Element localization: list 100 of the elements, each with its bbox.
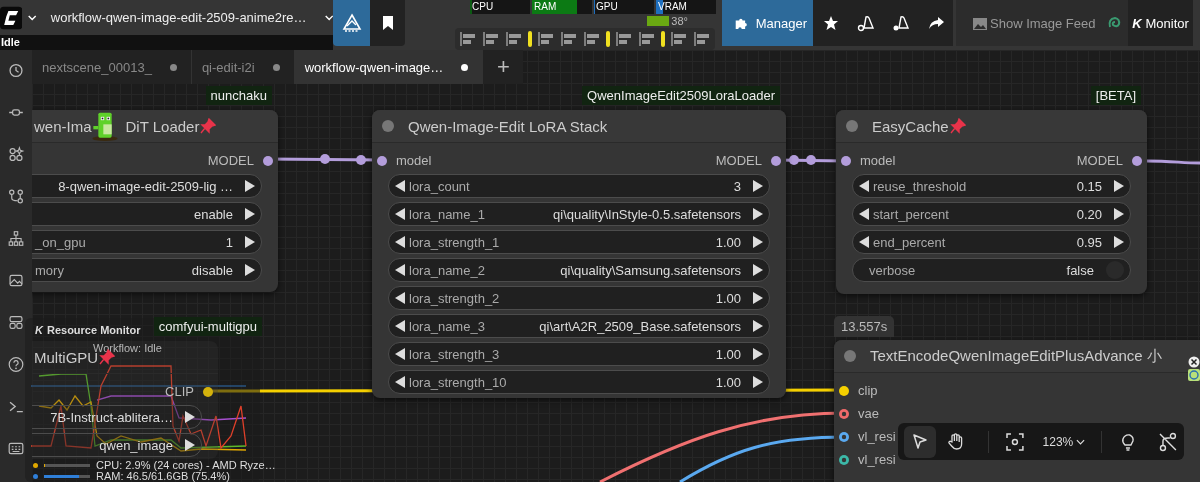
arrow-right-icon[interactable] <box>1114 236 1124 248</box>
workflow-tab[interactable]: workflow-qwen-image… <box>294 50 484 84</box>
align-middle-icon[interactable] <box>560 31 578 47</box>
number-widget[interactable]: lora_strength_1 1.00 <box>388 230 770 254</box>
arrow-left-icon[interactable] <box>395 236 405 248</box>
arrow-right-icon[interactable] <box>1114 208 1124 220</box>
reroute-dot[interactable] <box>356 155 366 165</box>
combo-widget[interactable]: qwen_image <box>32 433 202 457</box>
number-widget[interactable]: lora_strength_10 1.00 <box>388 370 770 394</box>
collapse-dot-icon[interactable] <box>382 120 394 132</box>
slot-dot-icon[interactable] <box>1131 154 1143 167</box>
help-icon[interactable] <box>6 356 26 373</box>
number-widget[interactable]: reuse_threshold 0.15 <box>852 174 1131 198</box>
align-center-icon[interactable] <box>482 31 500 47</box>
slot-dot-icon[interactable] <box>262 154 274 167</box>
arrow-right-icon[interactable] <box>753 208 763 220</box>
combo-widget[interactable]: 7B-Instruct-ablitera… <box>32 405 202 429</box>
circle-badge-icon[interactable] <box>1188 369 1200 381</box>
collapse-dot-icon[interactable] <box>844 350 856 362</box>
arrow-right-icon[interactable] <box>245 264 255 276</box>
image-icon[interactable] <box>6 272 26 289</box>
close-icon[interactable] <box>1188 356 1200 368</box>
number-widget[interactable]: lora_count 3 <box>388 174 770 198</box>
hide-links-icon[interactable] <box>1158 431 1179 452</box>
arrow-right-icon[interactable] <box>245 180 255 192</box>
slot-dot-icon[interactable] <box>202 385 214 398</box>
arrow-right-icon[interactable] <box>753 320 763 332</box>
branch-icon[interactable] <box>6 188 26 205</box>
slot-dot-icon[interactable] <box>838 384 850 397</box>
toggle-widget[interactable]: verbose false <box>852 258 1131 282</box>
combo-widget[interactable]: lora_name_1 qi\quality\InStyle-0.5.safetensors <box>388 202 770 226</box>
zoom-dropdown[interactable]: 123% <box>1042 434 1086 449</box>
arrow-right-icon[interactable] <box>753 236 763 248</box>
chevron-down-icon[interactable] <box>28 13 37 22</box>
layout-icon[interactable] <box>6 314 26 331</box>
arrow-left-icon[interactable] <box>859 236 869 248</box>
new-tab-button[interactable]: + <box>483 50 524 84</box>
number-widget[interactable]: lora_strength_2 1.00 <box>388 286 770 310</box>
shapes-icon[interactable] <box>6 146 26 163</box>
combo-widget[interactable]: lora_name_2 qi\quality\Samsung.safetensors <box>388 258 770 282</box>
arrow-left-icon[interactable] <box>395 264 405 276</box>
manager-button[interactable]: Manager <box>722 0 813 46</box>
arrow-right-icon[interactable] <box>185 439 195 451</box>
arrow-left-icon[interactable] <box>395 376 405 388</box>
fit-view-icon[interactable] <box>1004 431 1025 452</box>
slot-dot-icon[interactable] <box>838 430 850 443</box>
slot-dot-icon[interactable] <box>376 154 388 167</box>
reroute-dot[interactable] <box>806 155 816 165</box>
collapse-dot-icon[interactable] <box>846 120 858 132</box>
hierarchy-icon[interactable] <box>6 230 26 247</box>
combo-widget[interactable]: 8-qwen-image-edit-2509-lig … <box>32 174 262 198</box>
align-rows-icon[interactable] <box>693 31 711 47</box>
arrow-right-icon[interactable] <box>245 208 255 220</box>
slot-dot-icon[interactable] <box>838 453 850 466</box>
keyboard-icon[interactable] <box>6 440 26 457</box>
align-columns-icon[interactable] <box>670 31 688 47</box>
arrow-left-icon[interactable] <box>395 348 405 360</box>
workflow-tab[interactable]: nextscene_00013_ <box>32 50 192 84</box>
align-right-icon[interactable] <box>505 31 523 47</box>
arrow-right-icon[interactable] <box>753 292 763 304</box>
align-left-icon[interactable] <box>459 31 477 47</box>
chevron-down-icon[interactable] <box>324 13 333 22</box>
combo-widget[interactable]: enable <box>32 202 262 226</box>
number-widget[interactable]: start_percent 0.20 <box>852 202 1131 226</box>
arrow-right-icon[interactable] <box>185 411 195 423</box>
align-bottom-icon[interactable] <box>583 31 601 47</box>
history-icon[interactable] <box>6 62 26 79</box>
combo-widget[interactable]: mory disable <box>32 258 262 282</box>
distribute-horizontal-icon[interactable] <box>615 31 633 47</box>
arrow-right-icon[interactable] <box>753 180 763 192</box>
arrow-left-icon[interactable] <box>859 180 869 192</box>
slot-dot-icon[interactable] <box>838 407 850 420</box>
combo-widget[interactable]: lora_name_3 qi\art\A2R_2509_Base.safetensors <box>388 314 770 338</box>
monitor-button[interactable]: K Monitor <box>1128 0 1193 46</box>
slot-dot-icon[interactable] <box>770 154 782 167</box>
slot-dot-icon[interactable] <box>840 154 852 167</box>
arrow-right-icon[interactable] <box>1114 180 1124 192</box>
bookmark-button[interactable] <box>370 0 405 46</box>
arrow-left-icon[interactable] <box>395 320 405 332</box>
toggle-knob[interactable] <box>1106 261 1124 279</box>
workflow-tab[interactable]: qi-edit-i2i <box>191 50 295 84</box>
arrow-left-icon[interactable] <box>395 292 405 304</box>
arrow-left-icon[interactable] <box>859 208 869 220</box>
arrow-left-icon[interactable] <box>395 180 405 192</box>
distribute-vertical-icon[interactable] <box>638 31 656 47</box>
image-feed-button[interactable]: Show Image Feed <box>956 0 1128 46</box>
align-top-icon[interactable] <box>537 31 555 47</box>
reroute-dot[interactable] <box>320 154 330 164</box>
toolbar-button[interactable] <box>333 0 370 46</box>
arrow-left-icon[interactable] <box>395 208 405 220</box>
number-widget[interactable]: lora_strength_3 1.00 <box>388 342 770 366</box>
workflow-title[interactable]: workflow-qwen-image-edit-2509-anime2re… <box>50 10 307 25</box>
arrow-right-icon[interactable] <box>753 264 763 276</box>
reroute-dot[interactable] <box>789 155 799 165</box>
number-widget[interactable]: _on_gpu 1 <box>32 230 262 254</box>
arrow-right-icon[interactable] <box>753 348 763 360</box>
arrow-right-icon[interactable] <box>245 236 255 248</box>
number-widget[interactable]: end_percent 0.95 <box>852 230 1131 254</box>
arrow-right-icon[interactable] <box>753 376 763 388</box>
select-tool-button[interactable] <box>904 425 936 458</box>
